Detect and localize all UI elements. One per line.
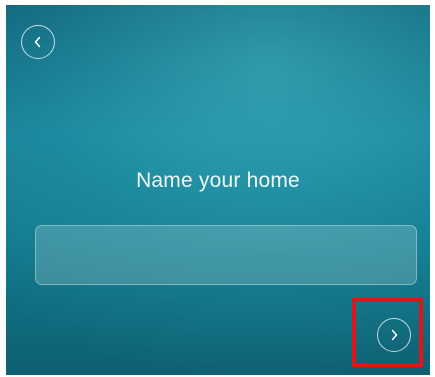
page-title: Name your home <box>136 169 300 192</box>
chevron-left-icon <box>34 36 41 48</box>
home-name-input[interactable] <box>35 225 417 285</box>
chevron-right-icon <box>391 329 398 341</box>
back-button[interactable] <box>21 25 55 59</box>
setup-screen: Name your home <box>6 5 430 375</box>
next-button[interactable] <box>377 318 411 352</box>
